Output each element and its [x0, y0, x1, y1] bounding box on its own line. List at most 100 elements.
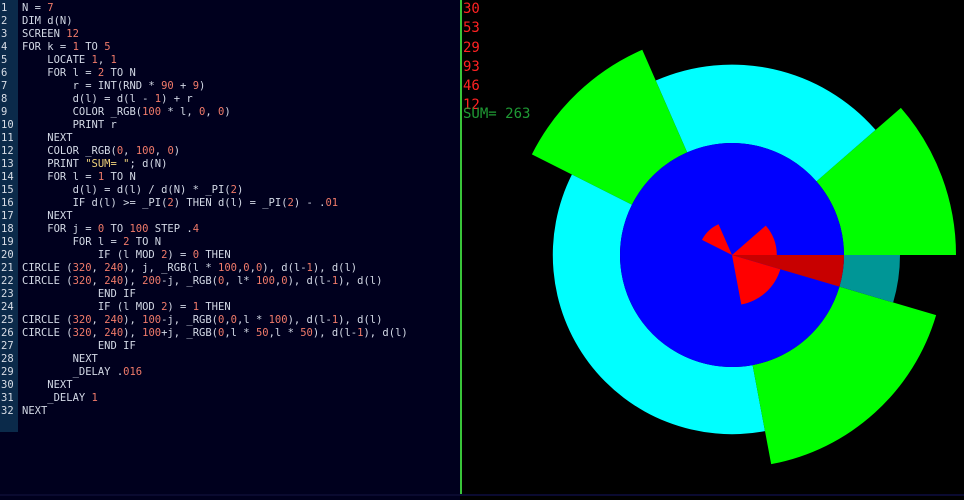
line-number: 19: [1, 236, 14, 248]
code-lines: 1 N = 7 2 DIM d(N) 3 SCREEN 12 4 FOR k = 1 TO 5…: [0, 2, 460, 418]
code-line[interactable]: 12 COLOR _RGB(0, 100, 0): [0, 145, 460, 158]
line-number: 1: [1, 2, 8, 14]
line-number: 9: [1, 106, 8, 118]
line-number: 2: [1, 15, 8, 27]
code-line[interactable]: 9 COLOR _RGB(100 * l, 0, 0): [0, 106, 460, 119]
code-line[interactable]: 30 NEXT: [0, 379, 460, 392]
code-text: _DELAY .016: [22, 366, 143, 378]
line-number: 8: [1, 93, 8, 105]
code-text: FOR j = 0 TO 100 STEP .4: [22, 223, 200, 235]
code-text: END IF: [22, 288, 136, 300]
code-text: PRINT "SUM= "; d(N): [22, 158, 168, 170]
code-line[interactable]: 3 SCREEN 12: [0, 28, 460, 41]
code-line[interactable]: 27 END IF: [0, 340, 460, 353]
gutter-empty: [0, 432, 18, 500]
code-text: NEXT: [22, 405, 48, 417]
line-number: 16: [1, 197, 14, 209]
line-number: 21: [1, 262, 14, 274]
code-line[interactable]: 16 IF d(l) >= _PI(2) THEN d(l) = _PI(2) …: [0, 197, 460, 210]
code-text: NEXT: [22, 379, 73, 391]
line-number: 17: [1, 210, 14, 222]
code-text: N = 7: [22, 2, 54, 14]
code-text: FOR l = 2 TO N: [22, 236, 162, 248]
code-line[interactable]: 6 FOR l = 2 TO N: [0, 67, 460, 80]
line-number: 3: [1, 28, 8, 40]
code-line[interactable]: 11 NEXT: [0, 132, 460, 145]
code-text: CIRCLE (320, 240), 100-j, _RGB(0,0,l * 1…: [22, 314, 383, 326]
line-number: 10: [1, 119, 14, 131]
code-text: IF (l MOD 2) = 1 THEN: [22, 301, 231, 313]
line-number: 13: [1, 158, 14, 170]
code-line[interactable]: 19 FOR l = 2 TO N: [0, 236, 460, 249]
code-text: LOCATE 1, 1: [22, 54, 117, 66]
line-number: 30: [1, 379, 14, 391]
code-line[interactable]: 29 _DELAY .016: [0, 366, 460, 379]
code-text: FOR l = 2 TO N: [22, 67, 136, 79]
line-number: 12: [1, 145, 14, 157]
code-text: END IF: [22, 340, 136, 352]
circle-artwork: [531, 49, 956, 465]
code-line[interactable]: 25 CIRCLE (320, 240), 100-j, _RGB(0,0,l *…: [0, 314, 460, 327]
code-text: NEXT: [22, 210, 73, 222]
code-line[interactable]: 20 IF (l MOD 2) = 0 THEN: [0, 249, 460, 262]
code-line[interactable]: 5 LOCATE 1, 1: [0, 54, 460, 67]
code-text: COLOR _RGB(0, 100, 0): [22, 145, 181, 157]
line-number: 27: [1, 340, 14, 352]
line-number: 14: [1, 171, 14, 183]
line-number: 28: [1, 353, 14, 365]
line-number: 18: [1, 223, 14, 235]
line-number: 5: [1, 54, 8, 66]
code-line[interactable]: 4 FOR k = 1 TO 5: [0, 41, 460, 54]
code-line[interactable]: 28 NEXT: [0, 353, 460, 366]
code-text: CIRCLE (320, 240), 100+j, _RGB(0,l * 50,…: [22, 327, 408, 339]
code-text: r = INT(RND * 90 + 9): [22, 80, 206, 92]
code-text: d(l) = d(l - 1) + r: [22, 93, 193, 105]
bottom-border: [0, 494, 964, 496]
code-line[interactable]: 13 PRINT "SUM= "; d(N): [0, 158, 460, 171]
code-text: FOR l = 1 TO N: [22, 171, 136, 183]
code-line[interactable]: 22 CIRCLE (320, 240), 200-j, _RGB(0, l* 1…: [0, 275, 460, 288]
line-number: 20: [1, 249, 14, 261]
line-number: 26: [1, 327, 14, 339]
code-line[interactable]: 14 FOR l = 1 TO N: [0, 171, 460, 184]
code-line[interactable]: 7 r = INT(RND * 90 + 9): [0, 80, 460, 93]
code-text: FOR k = 1 TO 5: [22, 41, 111, 53]
code-text: DIM d(N): [22, 15, 73, 27]
code-text: CIRCLE (320, 240), 200-j, _RGB(0, l* 100…: [22, 275, 383, 287]
code-text: CIRCLE (320, 240), j, _RGB(l * 100,0,0),…: [22, 262, 358, 274]
code-text: SCREEN 12: [22, 28, 79, 40]
line-number: 22: [1, 275, 14, 287]
code-line[interactable]: 21 CIRCLE (320, 240), j, _RGB(l * 100,0,0…: [0, 262, 460, 275]
code-text: COLOR _RGB(100 * l, 0, 0): [22, 106, 231, 118]
line-number: 31: [1, 392, 14, 404]
line-number: 4: [1, 41, 8, 53]
code-line[interactable]: 26 CIRCLE (320, 240), 100+j, _RGB(0,l * 5…: [0, 327, 460, 340]
code-line[interactable]: 8 d(l) = d(l - 1) + r: [0, 93, 460, 106]
code-text: NEXT: [22, 353, 98, 365]
code-line[interactable]: 31 _DELAY 1: [0, 392, 460, 405]
code-text: IF d(l) >= _PI(2) THEN d(l) = _PI(2) - .…: [22, 197, 339, 209]
code-line[interactable]: 2 DIM d(N): [0, 15, 460, 28]
code-line[interactable]: 1 N = 7: [0, 2, 460, 15]
code-text: _DELAY 1: [22, 392, 98, 404]
code-text: IF (l MOD 2) = 0 THEN: [22, 249, 231, 261]
line-number: 25: [1, 314, 14, 326]
code-editor[interactable]: 1 N = 7 2 DIM d(N) 3 SCREEN 12 4 FOR k = 1 TO 5…: [0, 0, 460, 500]
code-text: PRINT r: [22, 119, 117, 131]
code-line[interactable]: 32 NEXT: [0, 405, 460, 418]
code-line[interactable]: 10 PRINT r: [0, 119, 460, 132]
line-number: 29: [1, 366, 14, 378]
code-line[interactable]: 18 FOR j = 0 TO 100 STEP .4: [0, 223, 460, 236]
line-number: 24: [1, 301, 14, 313]
line-number: 7: [1, 80, 8, 92]
line-number: 6: [1, 67, 8, 79]
code-text: d(l) = d(l) / d(N) * _PI(2): [22, 184, 244, 196]
code-text: NEXT: [22, 132, 73, 144]
code-line[interactable]: 24 IF (l MOD 2) = 1 THEN: [0, 301, 460, 314]
code-line[interactable]: 15 d(l) = d(l) / d(N) * _PI(2): [0, 184, 460, 197]
code-line[interactable]: 23 END IF: [0, 288, 460, 301]
line-number: 11: [1, 132, 14, 144]
line-number: 32: [1, 405, 14, 417]
line-number: 15: [1, 184, 14, 196]
code-line[interactable]: 17 NEXT: [0, 210, 460, 223]
